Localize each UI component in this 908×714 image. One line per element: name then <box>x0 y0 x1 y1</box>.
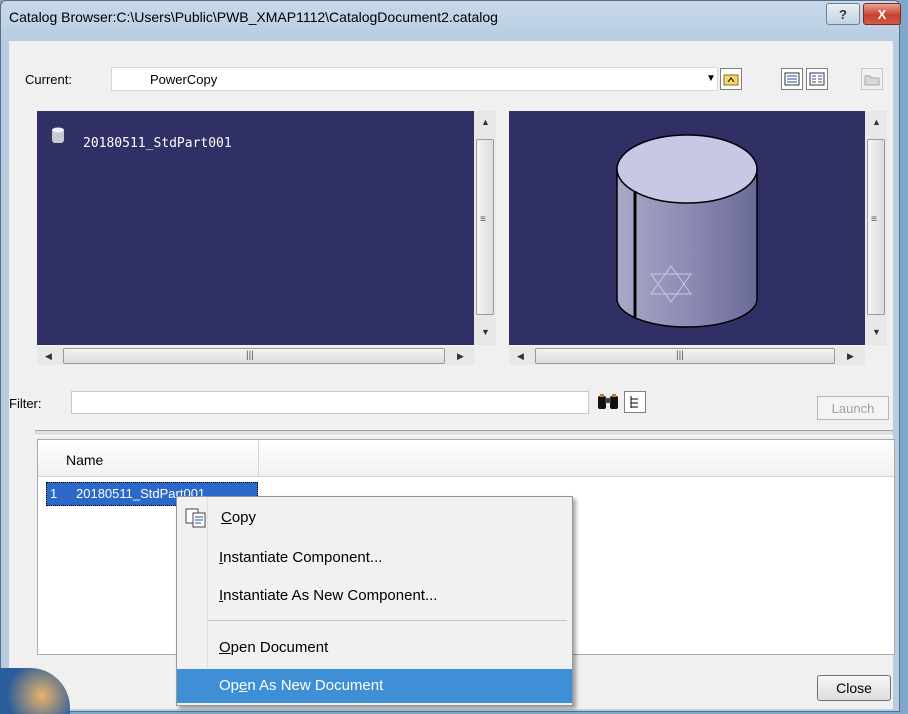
menu-item-label: Op <box>219 677 240 694</box>
copy-icon <box>185 508 206 528</box>
chevron-down-icon[interactable]: ▼ <box>706 73 716 84</box>
scroll-thumb[interactable]: ||| <box>63 348 445 364</box>
scroll-right-arrow[interactable]: ▶ <box>457 351 464 362</box>
current-value: PowerCopy <box>150 72 218 87</box>
column-divider[interactable] <box>258 440 259 476</box>
left-vertical-scrollbar[interactable]: ▲ ≡ ▼ <box>474 111 496 345</box>
details-view-icon[interactable] <box>781 68 803 90</box>
scroll-thumb[interactable]: ≡ <box>867 139 885 315</box>
scroll-right-arrow[interactable]: ▶ <box>847 351 854 362</box>
scroll-grip: ≡ <box>480 214 486 225</box>
scroll-down-arrow[interactable]: ▼ <box>481 327 490 337</box>
list-header: Name <box>38 440 894 477</box>
menu-item-label: nstantiate As New Component... <box>223 587 438 604</box>
part-icon <box>52 127 64 143</box>
menu-item-label: n As New Document <box>247 677 384 694</box>
scroll-thumb[interactable]: ||| <box>535 348 835 364</box>
menu-item-copy[interactable]: Copy <box>177 501 572 535</box>
current-label: Current: <box>25 72 72 87</box>
scroll-up-arrow[interactable]: ▲ <box>481 117 490 127</box>
catalog-tree-pane[interactable]: 20180511_StdPart001 <box>37 111 474 345</box>
folder-up-icon[interactable] <box>720 68 742 90</box>
row-index: 1 <box>50 486 58 501</box>
scroll-down-arrow[interactable]: ▼ <box>872 327 881 337</box>
tree-view-icon[interactable] <box>624 391 646 413</box>
binoculars-icon[interactable] <box>597 391 619 413</box>
menu-item-instantiate-component[interactable]: Instantiate Component... <box>177 541 572 575</box>
list-view-icon[interactable] <box>806 68 828 90</box>
left-horizontal-scrollbar[interactable]: ◀ ||| ▶ <box>37 347 474 365</box>
menu-item-open-as-new-document[interactable]: Open As New Document <box>177 669 572 703</box>
divider <box>35 430 893 436</box>
menu-separator <box>207 620 567 621</box>
menu-item-instantiate-as-new-component[interactable]: Instantiate As New Component... <box>177 579 572 613</box>
current-combo[interactable]: PowerCopy <box>111 67 718 91</box>
right-vertical-scrollbar[interactable]: ▲ ≡ ▼ <box>865 111 887 345</box>
menu-mnemonic: C <box>221 509 232 526</box>
scroll-left-arrow[interactable]: ◀ <box>517 351 524 362</box>
right-horizontal-scrollbar[interactable]: ◀ ||| ▶ <box>509 347 865 365</box>
menu-item-label: nstantiate Component... <box>223 549 383 566</box>
filter-label: Filter: <box>9 396 42 411</box>
menu-item-label: pen Document <box>230 639 329 656</box>
launch-button[interactable]: Launch <box>817 396 889 420</box>
scroll-thumb[interactable]: ≡ <box>476 139 494 315</box>
close-button[interactable]: Close <box>817 675 891 701</box>
open-folder-icon <box>861 68 883 90</box>
scroll-grip: ||| <box>246 350 254 361</box>
window-title: Catalog Browser:C:\Users\Public\PWB_XMAP… <box>9 9 498 25</box>
menu-item-label: opy <box>231 509 257 526</box>
cylinder-preview-image <box>616 134 758 328</box>
tree-item-label[interactable]: 20180511_StdPart001 <box>83 136 232 151</box>
scroll-left-arrow[interactable]: ◀ <box>45 351 52 362</box>
preview-pane <box>509 111 865 345</box>
window-close-button[interactable]: X <box>863 3 901 25</box>
help-button[interactable]: ? <box>826 3 860 25</box>
context-menu: Copy Instantiate Component... Instantiat… <box>176 496 573 706</box>
menu-item-open-document[interactable]: Open Document <box>177 631 572 665</box>
scroll-grip: ||| <box>676 350 684 361</box>
scroll-grip: ≡ <box>871 214 877 225</box>
scroll-up-arrow[interactable]: ▲ <box>872 117 881 127</box>
column-header-name[interactable]: Name <box>66 452 103 468</box>
filter-input[interactable] <box>71 391 589 414</box>
menu-mnemonic: O <box>219 639 231 656</box>
